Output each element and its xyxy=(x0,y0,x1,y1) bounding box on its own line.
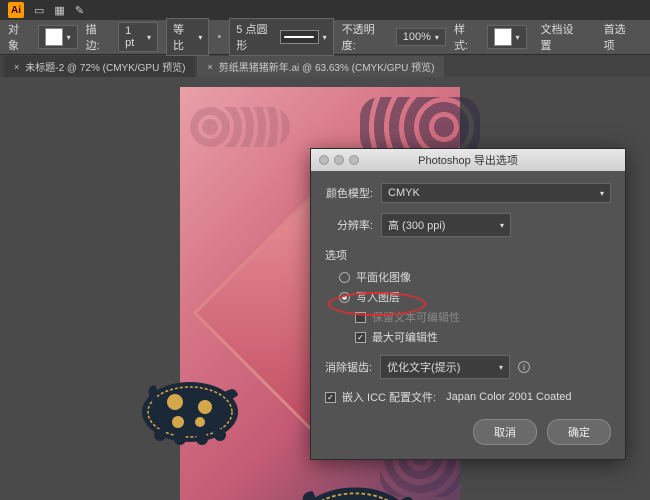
options-header: 选项 xyxy=(325,247,611,263)
flat-image-option[interactable]: 平面化图像 xyxy=(339,269,611,285)
object-label: 对象 xyxy=(8,21,30,53)
app-menubar: Ai ▭ ▦ ✎ xyxy=(0,0,650,20)
uniform-drop[interactable]: 等比 xyxy=(166,18,209,56)
document-tab[interactable]: × 未标题-2 @ 72% (CMYK/GPU 预览) xyxy=(4,56,195,77)
brush-preview xyxy=(280,30,319,44)
embed-icc-option[interactable]: 嵌入 ICC 配置文件: Japan Color 2001 Coated xyxy=(325,389,611,405)
close-tab-icon[interactable]: × xyxy=(14,62,19,72)
anti-alias-select[interactable]: 优化文字(提示) xyxy=(380,355,510,379)
ok-button[interactable]: 确定 xyxy=(547,419,611,445)
icc-profile-name: Japan Color 2001 Coated xyxy=(446,391,571,403)
menu-icon-window[interactable]: ▭ xyxy=(34,4,44,17)
fill-swatch xyxy=(45,28,63,46)
document-tabs: × 未标题-2 @ 72% (CMYK/GPU 预览) × 剪纸黑猪猪新年.ai… xyxy=(0,55,650,77)
document-tab[interactable]: × 剪纸黑猪猪新年.ai @ 63.63% (CMYK/GPU 预览) xyxy=(197,56,444,77)
zoom-window-icon[interactable] xyxy=(349,155,359,165)
menu-icon-tool[interactable]: ✎ xyxy=(75,4,84,17)
close-window-icon[interactable] xyxy=(319,155,329,165)
checkbox-icon xyxy=(355,332,366,343)
brush-drop[interactable]: 5 点圆形 xyxy=(229,18,333,56)
cancel-button[interactable]: 取消 xyxy=(473,419,537,445)
radio-icon xyxy=(339,272,350,283)
fill-swatch-drop[interactable] xyxy=(38,25,78,49)
opacity-field[interactable]: 100% xyxy=(396,28,446,46)
stroke-weight-field[interactable]: 1 pt xyxy=(118,22,158,52)
minimize-window-icon[interactable] xyxy=(334,155,344,165)
stroke-label: 描边: xyxy=(86,21,111,53)
info-icon[interactable]: i xyxy=(518,361,530,373)
dialog-titlebar[interactable]: Photoshop 导出选项 xyxy=(311,149,625,171)
checkbox-icon xyxy=(325,392,336,403)
tab-label: 剪纸黑猪猪新年.ai @ 63.63% (CMYK/GPU 预览) xyxy=(219,59,435,74)
style-swatch xyxy=(494,28,512,46)
anti-alias-label: 消除锯齿: xyxy=(325,359,372,375)
resolution-label: 分辨率: xyxy=(325,217,373,233)
style-swatch-drop[interactable] xyxy=(487,25,527,49)
style-label: 样式: xyxy=(454,21,479,53)
options-toolbar: 对象 描边: 1 pt 等比 • 5 点圆形 不透明度: 100% 样式: 文档… xyxy=(0,20,650,55)
max-editability-option[interactable]: 最大可编辑性 xyxy=(355,329,611,345)
tab-label: 未标题-2 @ 72% (CMYK/GPU 预览) xyxy=(25,59,185,74)
close-tab-icon[interactable]: × xyxy=(207,62,212,72)
resolution-select[interactable]: 高 (300 ppi) xyxy=(381,213,511,237)
menu-icon-arrange[interactable]: ▦ xyxy=(54,4,64,17)
radio-icon xyxy=(339,292,350,303)
pig-artwork xyxy=(280,472,430,500)
doc-setup-button[interactable]: 文档设置 xyxy=(535,19,590,55)
preferences-button[interactable]: 首选项 xyxy=(598,19,642,55)
pig-artwork xyxy=(130,367,250,447)
checkbox-icon xyxy=(355,312,366,323)
color-model-select[interactable]: CMYK xyxy=(381,183,611,203)
dialog-title: Photoshop 导出选项 xyxy=(418,152,518,168)
app-logo: Ai xyxy=(8,2,24,18)
export-options-dialog: Photoshop 导出选项 颜色模型: CMYK 分辨率: 高 (300 pp… xyxy=(310,148,626,460)
opacity-label: 不透明度: xyxy=(342,21,388,53)
color-model-label: 颜色模型: xyxy=(325,185,373,201)
write-layers-option[interactable]: 写入图层 xyxy=(339,289,611,305)
decorative-cloud xyxy=(190,107,290,147)
preserve-text-option: 保留文本可编辑性 xyxy=(355,309,611,325)
